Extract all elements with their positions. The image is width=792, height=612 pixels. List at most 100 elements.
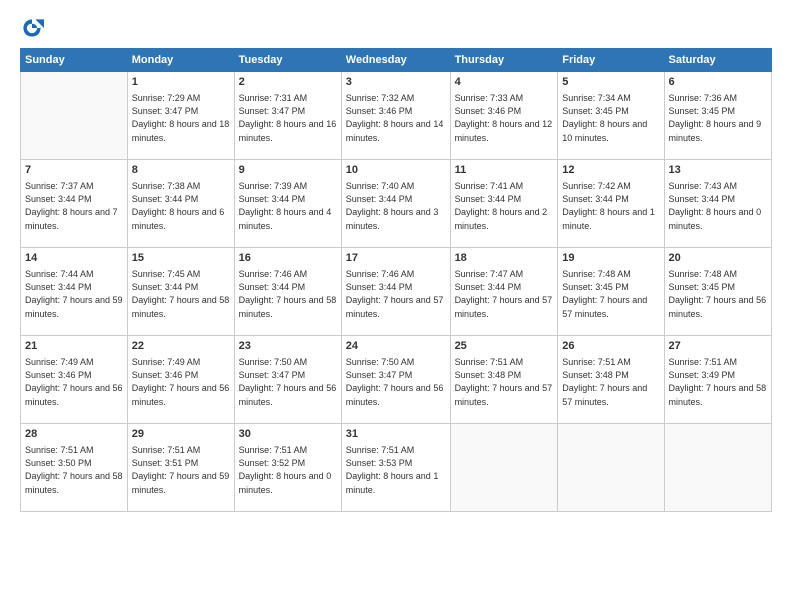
day-content: Sunrise: 7:31 AMSunset: 3:47 PMDaylight:… — [239, 92, 337, 144]
table-row: 11 Sunrise: 7:41 AMSunset: 3:44 PMDayligh… — [450, 160, 558, 248]
table-row: 19Sunrise: 7:48 AMSunset: 3:45 PMDayligh… — [558, 248, 664, 336]
day-number: 16 — [239, 251, 337, 266]
calendar-week-row: 28 Sunrise: 7:51 AMSunset: 3:50 PMDayligh… — [21, 424, 772, 512]
table-row — [558, 424, 664, 512]
day-number: 30 — [239, 427, 337, 442]
day-content: Sunrise: 7:49 AMSunset: 3:46 PMDaylight:… — [132, 356, 230, 408]
day-content: Sunrise: 7:42 AMSunset: 3:44 PMDaylight:… — [562, 180, 659, 232]
table-row: 21 Sunrise: 7:49 AMSunset: 3:46 PMDayligh… — [21, 336, 128, 424]
table-row: 7 Sunrise: 7:37 AMSunset: 3:44 PMDaylight… — [21, 160, 128, 248]
table-row: 18Sunrise: 7:47 AMSunset: 3:44 PMDayligh… — [450, 248, 558, 336]
day-number: 25 — [455, 339, 554, 354]
day-content: Sunrise: 7:45 AMSunset: 3:44 PMDaylight:… — [132, 268, 230, 320]
page-header — [20, 16, 772, 40]
table-row: 22 Sunrise: 7:49 AMSunset: 3:46 PMDayligh… — [127, 336, 234, 424]
day-content: Sunrise: 7:34 AMSunset: 3:45 PMDaylight:… — [562, 92, 659, 144]
day-content: Sunrise: 7:43 AMSunset: 3:44 PMDaylight:… — [669, 180, 767, 232]
day-content: Sunrise: 7:48 AMSunset: 3:45 PMDaylight:… — [669, 268, 767, 320]
col-wednesday: Wednesday — [341, 49, 450, 72]
day-number: 8 — [132, 163, 230, 178]
table-row: 5 Sunrise: 7:34 AMSunset: 3:45 PMDaylight… — [558, 72, 664, 160]
day-content: Sunrise: 7:40 AMSunset: 3:44 PMDaylight:… — [346, 180, 446, 232]
col-tuesday: Tuesday — [234, 49, 341, 72]
day-number: 1 — [132, 75, 230, 90]
day-number: 15 — [132, 251, 230, 266]
day-number: 28 — [25, 427, 123, 442]
day-number: 22 — [132, 339, 230, 354]
day-number: 5 — [562, 75, 659, 90]
day-content: Sunrise: 7:51 AMSunset: 3:52 PMDaylight:… — [239, 444, 337, 496]
day-content: Sunrise: 7:38 AMSunset: 3:44 PMDaylight:… — [132, 180, 230, 232]
day-number: 9 — [239, 163, 337, 178]
day-content: Sunrise: 7:41 AMSunset: 3:44 PMDaylight:… — [455, 180, 554, 232]
table-row: 20 Sunrise: 7:48 AMSunset: 3:45 PMDayligh… — [664, 248, 771, 336]
day-number: 29 — [132, 427, 230, 442]
day-content: Sunrise: 7:29 AMSunset: 3:47 PMDaylight:… — [132, 92, 230, 144]
col-saturday: Saturday — [664, 49, 771, 72]
day-number: 31 — [346, 427, 446, 442]
day-number: 11 — [455, 163, 554, 178]
day-number: 21 — [25, 339, 123, 354]
logo — [20, 16, 48, 40]
day-number: 6 — [669, 75, 767, 90]
day-content: Sunrise: 7:51 AMSunset: 3:53 PMDaylight:… — [346, 444, 446, 496]
day-content: Sunrise: 7:51 AMSunset: 3:50 PMDaylight:… — [25, 444, 123, 496]
table-row: 1 Sunrise: 7:29 AMSunset: 3:47 PMDaylight… — [127, 72, 234, 160]
day-number: 12 — [562, 163, 659, 178]
day-content: Sunrise: 7:37 AMSunset: 3:44 PMDaylight:… — [25, 180, 123, 232]
table-row: 6 Sunrise: 7:36 AMSunset: 3:45 PMDaylight… — [664, 72, 771, 160]
table-row: 16 Sunrise: 7:46 AMSunset: 3:44 PMDayligh… — [234, 248, 341, 336]
table-row: 4 Sunrise: 7:33 AMSunset: 3:46 PMDaylight… — [450, 72, 558, 160]
day-number: 2 — [239, 75, 337, 90]
day-number: 3 — [346, 75, 446, 90]
day-content: Sunrise: 7:46 AMSunset: 3:44 PMDaylight:… — [346, 268, 446, 320]
col-monday: Monday — [127, 49, 234, 72]
table-row — [450, 424, 558, 512]
day-content: Sunrise: 7:50 AMSunset: 3:47 PMDaylight:… — [346, 356, 446, 408]
table-row: 9Sunrise: 7:39 AMSunset: 3:44 PMDaylight… — [234, 160, 341, 248]
day-content: Sunrise: 7:44 AMSunset: 3:44 PMDaylight:… — [25, 268, 123, 320]
day-number: 17 — [346, 251, 446, 266]
table-row: 3 Sunrise: 7:32 AMSunset: 3:46 PMDaylight… — [341, 72, 450, 160]
table-row: 2 Sunrise: 7:31 AMSunset: 3:47 PMDaylight… — [234, 72, 341, 160]
table-row: 30 Sunrise: 7:51 AMSunset: 3:52 PMDayligh… — [234, 424, 341, 512]
day-content: Sunrise: 7:51 AMSunset: 3:48 PMDaylight:… — [455, 356, 554, 408]
calendar-table: Sunday Monday Tuesday Wednesday Thursday… — [20, 48, 772, 512]
table-row: 26 Sunrise: 7:51 AMSunset: 3:48 PMDayligh… — [558, 336, 664, 424]
day-content: Sunrise: 7:33 AMSunset: 3:46 PMDaylight:… — [455, 92, 554, 144]
table-row: 29 Sunrise: 7:51 AMSunset: 3:51 PMDayligh… — [127, 424, 234, 512]
day-number: 4 — [455, 75, 554, 90]
day-content: Sunrise: 7:46 AMSunset: 3:44 PMDaylight:… — [239, 268, 337, 320]
day-number: 24 — [346, 339, 446, 354]
table-row: 12 Sunrise: 7:42 AMSunset: 3:44 PMDayligh… — [558, 160, 664, 248]
calendar-week-row: 7 Sunrise: 7:37 AMSunset: 3:44 PMDaylight… — [21, 160, 772, 248]
calendar-header-row: Sunday Monday Tuesday Wednesday Thursday… — [21, 49, 772, 72]
table-row: 31 Sunrise: 7:51 AMSunset: 3:53 PMDayligh… — [341, 424, 450, 512]
day-content: Sunrise: 7:51 AMSunset: 3:51 PMDaylight:… — [132, 444, 230, 496]
day-number: 13 — [669, 163, 767, 178]
day-number: 20 — [669, 251, 767, 266]
table-row: 28 Sunrise: 7:51 AMSunset: 3:50 PMDayligh… — [21, 424, 128, 512]
calendar-week-row: 14 Sunrise: 7:44 AMSunset: 3:44 PMDayligh… — [21, 248, 772, 336]
day-number: 18 — [455, 251, 554, 266]
table-row: 15 Sunrise: 7:45 AMSunset: 3:44 PMDayligh… — [127, 248, 234, 336]
table-row: 17 Sunrise: 7:46 AMSunset: 3:44 PMDayligh… — [341, 248, 450, 336]
day-number: 7 — [25, 163, 123, 178]
day-number: 19 — [562, 251, 659, 266]
table-row: 10 Sunrise: 7:40 AMSunset: 3:44 PMDayligh… — [341, 160, 450, 248]
day-number: 26 — [562, 339, 659, 354]
table-row — [21, 72, 128, 160]
table-row: 24 Sunrise: 7:50 AMSunset: 3:47 PMDayligh… — [341, 336, 450, 424]
day-content: Sunrise: 7:36 AMSunset: 3:45 PMDaylight:… — [669, 92, 767, 144]
day-number: 23 — [239, 339, 337, 354]
table-row: 14 Sunrise: 7:44 AMSunset: 3:44 PMDayligh… — [21, 248, 128, 336]
day-content: Sunrise: 7:51 AMSunset: 3:48 PMDaylight:… — [562, 356, 659, 408]
day-number: 14 — [25, 251, 123, 266]
logo-icon — [20, 16, 44, 40]
calendar-week-row: 1 Sunrise: 7:29 AMSunset: 3:47 PMDaylight… — [21, 72, 772, 160]
day-number: 10 — [346, 163, 446, 178]
calendar-week-row: 21 Sunrise: 7:49 AMSunset: 3:46 PMDayligh… — [21, 336, 772, 424]
day-content: Sunrise: 7:49 AMSunset: 3:46 PMDaylight:… — [25, 356, 123, 408]
day-content: Sunrise: 7:32 AMSunset: 3:46 PMDaylight:… — [346, 92, 446, 144]
table-row: 13 Sunrise: 7:43 AMSunset: 3:44 PMDayligh… — [664, 160, 771, 248]
